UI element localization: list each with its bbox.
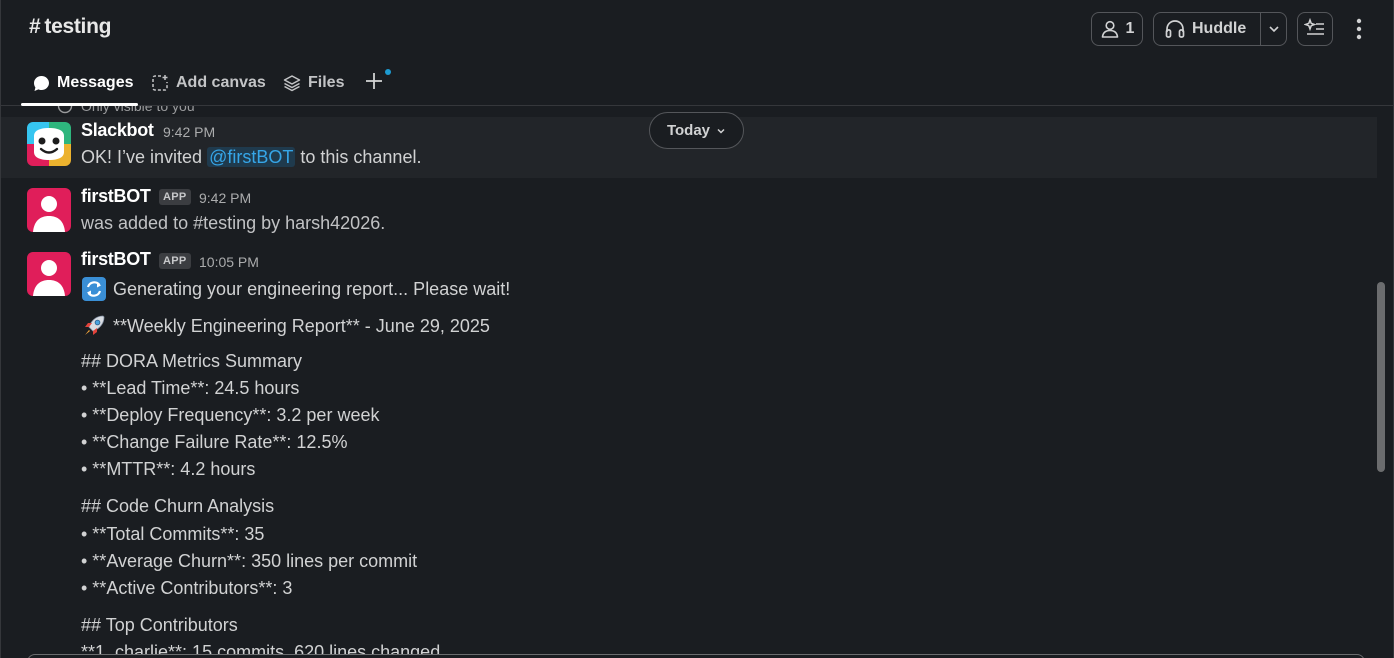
chevron-down-icon — [1268, 26, 1279, 33]
huddle-options-button[interactable] — [1260, 13, 1286, 45]
report-line: ## Top Contributors — [81, 615, 238, 635]
message-timestamp[interactable]: 9:42 PM — [163, 124, 215, 140]
report-line: ## DORA Metrics Summary — [81, 351, 303, 371]
report-line: **Weekly Engineering Report** - June 29,… — [81, 313, 490, 339]
report-line: ## Code Churn Analysis — [81, 496, 275, 516]
date-divider-label: Today — [666, 122, 711, 139]
report-line: • **Deploy Frequency**: 3.2 per week — [81, 405, 380, 425]
tab-add-canvas[interactable]: Add canvas — [151, 72, 266, 94]
ai-summary-button[interactable] — [1297, 12, 1333, 46]
vertical-ellipsis-icon — [1356, 18, 1362, 40]
tab-messages[interactable]: Messages — [33, 72, 134, 94]
canvas-icon — [152, 75, 168, 91]
report-line: • **Average Churn**: 350 lines per commi… — [81, 551, 418, 571]
rocket-emoji-icon — [85, 315, 105, 335]
channel-tabs: Messages Add canvas Files — [1, 60, 1393, 106]
message-text-after: to this channel. — [300, 147, 422, 167]
user-avatar-icon — [27, 188, 71, 232]
channel-title[interactable]: # testing — [29, 15, 111, 39]
eye-icon — [57, 106, 73, 114]
message-timestamp[interactable]: 9:42 PM — [199, 190, 251, 206]
tab-label: Files — [308, 74, 345, 91]
message-composer[interactable] — [27, 654, 1365, 658]
app-badge: APP — [159, 189, 191, 205]
sparkle-list-icon — [1304, 18, 1324, 35]
members-button[interactable]: 1 — [1091, 12, 1143, 46]
message-sender[interactable]: firstBOT — [81, 186, 151, 207]
firstbot-avatar[interactable] — [27, 188, 71, 232]
message-sender[interactable]: firstBOT — [81, 249, 151, 270]
message-text: OK! I’ve invited @firstBOT to this chann… — [81, 147, 421, 168]
channel-hash: # — [29, 15, 41, 38]
layers-icon — [283, 75, 301, 92]
firstbot-avatar[interactable] — [27, 252, 71, 296]
members-count: 1 — [1125, 20, 1135, 37]
report-line-text: **Weekly Engineering Report** - June 29,… — [113, 315, 490, 336]
tab-files[interactable]: Files — [283, 72, 344, 94]
tab-label: Add canvas — [176, 74, 266, 91]
app-badge: APP — [159, 253, 191, 269]
new-indicator-dot — [385, 69, 391, 75]
huddle-control: Huddle — [1153, 12, 1287, 46]
chat-bubble-icon — [34, 75, 49, 91]
headphones-icon — [1165, 20, 1185, 38]
slack-window: # testing 1 Huddle Messages Add canvas F… — [0, 0, 1394, 658]
huddle-label: Huddle — [1192, 20, 1247, 37]
chevron-down-icon — [717, 128, 725, 134]
user-avatar-icon — [27, 252, 71, 296]
message-text-before: OK! I’ve invited — [81, 147, 203, 167]
report-line: Generating your engineering report... Pl… — [81, 276, 510, 302]
message-timestamp[interactable]: 10:05 PM — [199, 254, 259, 270]
ephemeral-notice-text: Only visible to you — [81, 106, 195, 114]
report-line: • **Total Commits**: 35 — [81, 524, 265, 544]
message-sender[interactable]: Slackbot — [81, 120, 154, 141]
more-options-button[interactable] — [1347, 14, 1371, 44]
channel-header: # testing 1 Huddle — [1, 0, 1393, 60]
report-line: • **MTTR**: 4.2 hours — [81, 459, 256, 479]
report-line: • **Lead Time**: 24.5 hours — [81, 378, 300, 398]
tab-label: Messages — [57, 74, 134, 91]
message-list: Only visible to you Slackbot 9:42 PM OK!… — [1, 106, 1377, 658]
report-line: • **Change Failure Rate**: 12.5% — [81, 432, 348, 452]
slackbot-logo-icon — [27, 122, 71, 166]
system-message-text: was added to #testing by harsh42026. — [81, 213, 386, 233]
message-list-scrollbar[interactable] — [1377, 282, 1385, 472]
user-mention-link[interactable]: @firstBOT — [207, 147, 296, 167]
refresh-emoji-icon — [82, 277, 106, 301]
ephemeral-notice: Only visible to you — [57, 106, 195, 114]
report-line-text: Generating your engineering report... Pl… — [113, 278, 511, 299]
add-tab-icon[interactable] — [363, 70, 385, 92]
date-divider-button[interactable]: Today — [649, 112, 744, 149]
report-line: • **Active Contributors**: 3 — [81, 578, 293, 598]
huddle-button[interactable]: Huddle — [1154, 13, 1260, 45]
person-icon — [1101, 20, 1118, 38]
slackbot-avatar[interactable] — [27, 122, 71, 166]
channel-name: testing — [44, 15, 112, 38]
